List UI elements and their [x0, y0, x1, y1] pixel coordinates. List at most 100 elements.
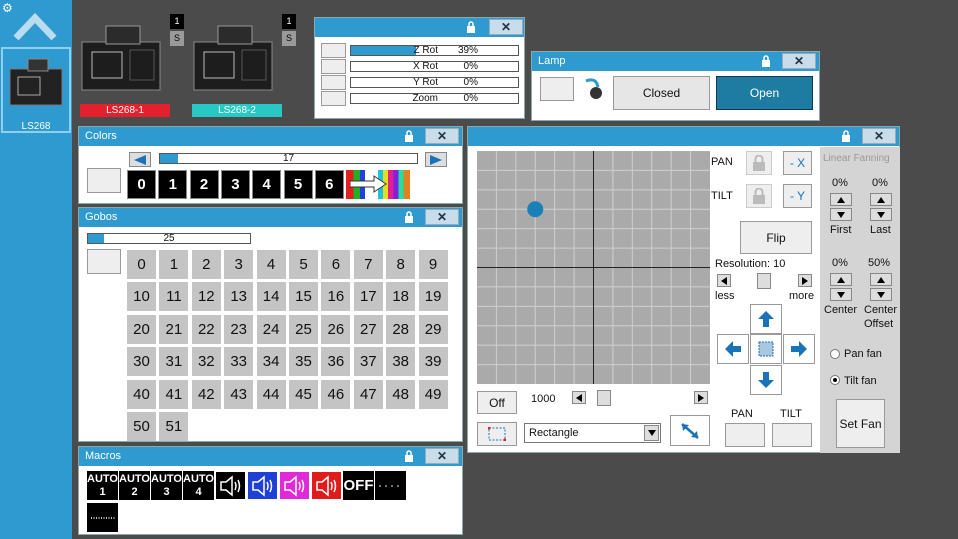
macro-auto-button[interactable]: AUTO 3	[151, 471, 182, 500]
gobo-cell[interactable]: 18	[386, 282, 416, 312]
fixture-badge-solo[interactable]: S	[282, 31, 296, 46]
lock-icon[interactable]	[399, 448, 419, 464]
lamp-open-button[interactable]: Open	[716, 76, 813, 110]
macro-off-button[interactable]: OFF	[343, 471, 374, 500]
xy-pad[interactable]	[477, 151, 710, 384]
gobo-cell[interactable]: 16	[321, 282, 351, 312]
tilt-lock-icon[interactable]	[746, 184, 772, 208]
color-cell[interactable]: 4	[252, 170, 282, 199]
first-up-arrow[interactable]	[830, 193, 852, 206]
rot-row-button[interactable]	[321, 75, 346, 90]
pan-lock-icon[interactable]	[746, 151, 772, 175]
offset-up-arrow[interactable]	[870, 273, 892, 286]
gobo-cell[interactable]: 47	[353, 379, 383, 409]
gobo-cell[interactable]: 3	[224, 250, 254, 279]
set-fan-button[interactable]: Set Fan	[836, 399, 885, 448]
fixture-1[interactable]: 1 S LS268-1	[78, 14, 188, 118]
gobo-cell[interactable]: 35	[289, 347, 318, 377]
gobo-cell[interactable]: 34	[256, 347, 286, 377]
rot-row-button[interactable]	[321, 59, 346, 74]
pan-fan-radio[interactable]	[830, 349, 840, 359]
tilt-fan-radio[interactable]	[830, 375, 840, 385]
gobo-cell[interactable]: 44	[256, 379, 286, 409]
gobo-cell[interactable]: 2	[191, 250, 221, 279]
gobo-cell[interactable]: 28	[386, 314, 416, 344]
colors-blank-button[interactable]	[87, 168, 121, 193]
rot-row-button[interactable]	[321, 43, 346, 58]
macro-auto-button[interactable]: AUTO 4	[183, 471, 214, 500]
gobo-cell[interactable]: 50	[127, 412, 156, 441]
gobos-blank-button[interactable]	[87, 249, 121, 274]
gobo-cell[interactable]: 42	[191, 379, 221, 409]
gobo-cell[interactable]: 7	[353, 250, 383, 279]
gobo-cell[interactable]: 6	[321, 250, 351, 279]
gobo-cell[interactable]: 15	[289, 282, 318, 312]
flip-button[interactable]: Flip	[740, 221, 812, 254]
colors-slider[interactable]: 17	[159, 153, 418, 164]
gobo-cell[interactable]: 12	[191, 282, 221, 312]
position-dot[interactable]	[527, 201, 544, 218]
apply-shape-button[interactable]	[670, 415, 710, 446]
gobo-cell[interactable]: 23	[224, 314, 254, 344]
gobo-cell[interactable]: 37	[353, 347, 383, 377]
lock-icon[interactable]	[756, 53, 776, 69]
macro-sound-button[interactable]	[247, 471, 278, 500]
lock-icon[interactable]	[399, 128, 419, 144]
minus-y-button[interactable]: - Y	[783, 184, 812, 208]
gobo-cell[interactable]: 10	[127, 282, 156, 312]
gobo-cell[interactable]: 1	[159, 250, 189, 279]
close-icon[interactable]: ✕	[489, 19, 523, 35]
gobo-cell[interactable]: 32	[191, 347, 221, 377]
collapse-up-icon[interactable]	[12, 8, 58, 42]
color-cell[interactable]: 3	[220, 170, 250, 199]
gobo-cell[interactable]: 30	[127, 347, 156, 377]
rot-slider[interactable]: Y Rot 0%	[350, 77, 519, 88]
chevron-down-icon[interactable]	[644, 425, 659, 441]
gobo-cell[interactable]: 26	[321, 314, 351, 344]
gobo-cell[interactable]: 38	[386, 347, 416, 377]
resolution-slider-thumb[interactable]	[757, 273, 771, 289]
gobo-cell[interactable]: 9	[418, 250, 448, 279]
first-down-arrow[interactable]	[830, 208, 852, 221]
rot-row-button[interactable]	[321, 91, 346, 106]
gobo-cell[interactable]: 41	[159, 379, 189, 409]
color-cell[interactable]: 1	[158, 170, 188, 199]
lock-icon[interactable]	[399, 209, 419, 225]
color-cell[interactable]: 2	[189, 170, 219, 199]
gobo-cell[interactable]: 33	[224, 347, 254, 377]
lamp-blank-button[interactable]	[540, 77, 574, 101]
speed-less-arrow[interactable]	[572, 391, 586, 404]
resolution-less-arrow[interactable]	[717, 274, 731, 287]
macro-sound-button[interactable]	[311, 471, 342, 500]
gobo-cell[interactable]: 20	[127, 314, 156, 344]
macro-line-button[interactable]	[87, 503, 118, 532]
center-button[interactable]	[750, 334, 782, 364]
move-up-button[interactable]	[750, 304, 782, 334]
gobo-cell[interactable]: 17	[353, 282, 383, 312]
gobo-cell[interactable]: 31	[159, 347, 189, 377]
macro-sound-button[interactable]	[279, 471, 310, 500]
close-icon[interactable]: ✕	[425, 128, 459, 144]
off-button[interactable]: Off	[477, 391, 517, 414]
gobo-cell[interactable]: 5	[289, 250, 318, 279]
lamp-closed-button[interactable]: Closed	[613, 76, 710, 110]
gobo-cell[interactable]: 51	[159, 412, 189, 441]
gobo-cell[interactable]: 8	[386, 250, 416, 279]
gobo-cell[interactable]: 25	[289, 314, 318, 344]
color-cell[interactable]: 0	[127, 170, 156, 199]
colors-next-arrow[interactable]	[425, 152, 447, 167]
speed-slider-thumb[interactable]	[597, 390, 611, 406]
close-icon[interactable]: ✕	[425, 209, 459, 225]
macro-auto-button[interactable]: AUTO 1	[87, 471, 118, 500]
tilt-bottom-button[interactable]	[772, 423, 812, 447]
rot-slider[interactable]: Z Rot 39%	[350, 45, 519, 56]
last-down-arrow[interactable]	[870, 208, 892, 221]
gobo-cell[interactable]: 13	[224, 282, 254, 312]
center-down-arrow[interactable]	[830, 288, 852, 301]
gobo-cell[interactable]: 39	[418, 347, 448, 377]
macro-auto-button[interactable]: AUTO 2	[119, 471, 150, 500]
gobo-cell[interactable]: 45	[289, 379, 318, 409]
move-down-button[interactable]	[750, 365, 782, 395]
gobo-cell[interactable]: 49	[418, 379, 448, 409]
macro-sound-button[interactable]	[215, 471, 246, 500]
